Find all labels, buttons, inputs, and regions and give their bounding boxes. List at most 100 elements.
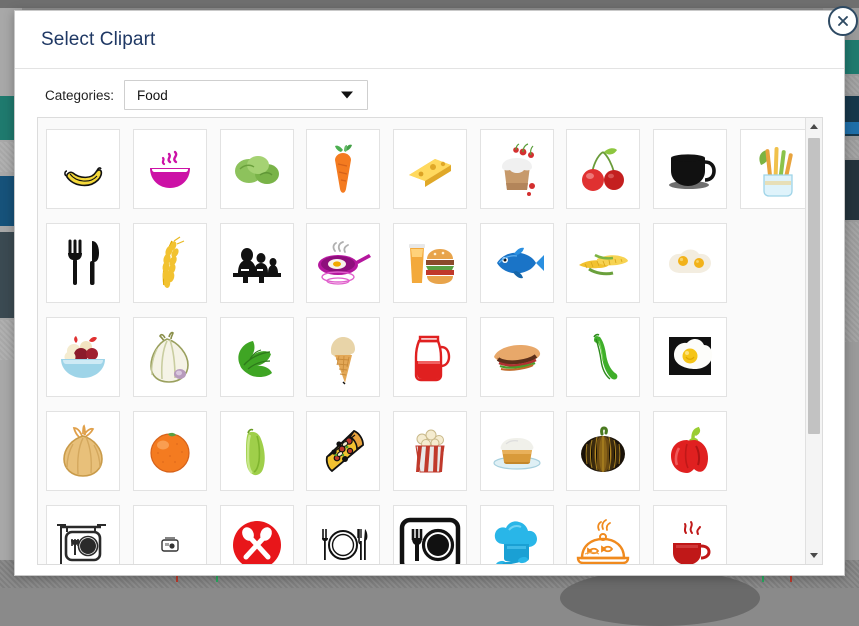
cherries-clipart[interactable] <box>566 129 640 209</box>
carrot-clipart[interactable] <box>306 129 380 209</box>
clipart-cell[interactable] <box>560 310 647 404</box>
family-dining-clipart[interactable] <box>220 223 294 303</box>
onion-clipart[interactable] <box>46 411 120 491</box>
okra-clipart[interactable] <box>566 317 640 397</box>
clipart-cell[interactable] <box>213 310 300 404</box>
clipart-cell[interactable] <box>560 404 647 498</box>
categories-row: Categories: Food <box>15 69 844 117</box>
dialog-header: Select Clipart <box>15 11 844 69</box>
pizza-slice-clipart[interactable] <box>306 411 380 491</box>
fruit-salad-bowl-clipart[interactable] <box>46 317 120 397</box>
black-coffee-cup-clipart[interactable] <box>653 129 727 209</box>
clipart-grid-panel <box>37 117 823 565</box>
page-title: Select Clipart <box>41 29 155 51</box>
clipart-cell[interactable] <box>40 498 127 565</box>
clipart-cell[interactable] <box>647 404 734 498</box>
categories-selected-value: Food <box>137 88 168 103</box>
cucumber-clipart[interactable] <box>220 411 294 491</box>
garlic-bulb-clipart[interactable] <box>133 317 207 397</box>
burger-and-drink-clipart[interactable] <box>393 223 467 303</box>
clipart-cell[interactable] <box>127 404 214 498</box>
clipart-cell[interactable] <box>387 216 474 310</box>
clipart-cell[interactable] <box>473 310 560 404</box>
clipart-cell[interactable] <box>560 216 647 310</box>
clipart-cell[interactable] <box>387 404 474 498</box>
clipart-cell[interactable] <box>387 122 474 216</box>
clipart-cell[interactable] <box>40 216 127 310</box>
clipart-cell[interactable] <box>300 216 387 310</box>
clipart-cell[interactable] <box>127 122 214 216</box>
clipart-cell[interactable] <box>647 122 734 216</box>
wheat-stalk-clipart[interactable] <box>133 223 207 303</box>
clipart-cell[interactable] <box>300 498 387 565</box>
red-coffee-cup-clipart[interactable] <box>653 505 727 565</box>
clipart-cell[interactable] <box>213 404 300 498</box>
pumpkin-clipart[interactable] <box>566 411 640 491</box>
scroll-up-button[interactable] <box>806 118 822 135</box>
clipart-cell[interactable] <box>40 122 127 216</box>
chevron-down-icon <box>341 92 353 99</box>
clipart-cell[interactable] <box>647 216 734 310</box>
red-bell-pepper-clipart[interactable] <box>653 411 727 491</box>
sandwich-clipart[interactable] <box>480 317 554 397</box>
clipart-cell[interactable] <box>213 122 300 216</box>
clipart-cell[interactable] <box>300 404 387 498</box>
clipart-cell[interactable] <box>127 498 214 565</box>
clipart-cell[interactable] <box>473 404 560 498</box>
clipart-cell[interactable] <box>300 122 387 216</box>
clipart-cell[interactable] <box>213 498 300 565</box>
ice-cream-cone-clipart[interactable] <box>306 317 380 397</box>
clipart-cell[interactable] <box>647 498 734 565</box>
place-setting-clipart[interactable] <box>306 505 380 565</box>
categories-select[interactable]: Food <box>124 80 368 110</box>
fish-clipart[interactable] <box>480 223 554 303</box>
background-top-bar <box>0 0 859 8</box>
close-icon[interactable] <box>828 6 858 36</box>
cupcake-clipart[interactable] <box>480 129 554 209</box>
clipart-cell[interactable] <box>213 216 300 310</box>
clipart-cell[interactable] <box>387 310 474 404</box>
chevron-down-icon <box>810 553 818 558</box>
clipart-cell[interactable] <box>300 310 387 404</box>
scrollbar-thumb[interactable] <box>808 138 820 434</box>
bold-restaurant-icon-clipart[interactable] <box>393 505 467 565</box>
clipart-cell[interactable] <box>40 310 127 404</box>
orange-fruit-clipart[interactable] <box>133 411 207 491</box>
clipart-grid <box>38 118 822 565</box>
soup-bowl-clipart[interactable] <box>133 129 207 209</box>
clipart-scrollbar[interactable] <box>805 118 822 564</box>
clipart-cell[interactable] <box>127 310 214 404</box>
fork-and-knife-clipart[interactable] <box>46 223 120 303</box>
clipart-cell[interactable] <box>387 498 474 565</box>
clipart-cell[interactable] <box>473 216 560 310</box>
lettuce-leaf-clipart[interactable] <box>220 317 294 397</box>
cheese-wedge-clipart[interactable] <box>393 129 467 209</box>
restaurant-sign-clipart[interactable] <box>46 505 120 565</box>
fried-egg-square-clipart[interactable] <box>653 317 727 397</box>
chef-hat-clipart[interactable] <box>480 505 554 565</box>
frying-pan-egg-clipart[interactable] <box>306 223 380 303</box>
clipart-cell[interactable] <box>473 498 560 565</box>
background-bottom-arc <box>560 570 760 626</box>
fried-eggs-clipart[interactable] <box>653 223 727 303</box>
clipart-cell[interactable] <box>647 310 734 404</box>
clipart-cell[interactable] <box>560 498 647 565</box>
popcorn-clipart[interactable] <box>393 411 467 491</box>
select-clipart-dialog: Select Clipart Categories: Food <box>14 10 845 576</box>
red-pitcher-clipart[interactable] <box>393 317 467 397</box>
clipart-cell[interactable] <box>473 122 560 216</box>
background-left-teal-block <box>0 96 14 140</box>
brussels-sprouts-clipart[interactable] <box>220 129 294 209</box>
corn-cobs-clipart[interactable] <box>566 223 640 303</box>
crossed-utensils-badge-clipart[interactable] <box>220 505 294 565</box>
clipart-cell[interactable] <box>560 122 647 216</box>
small-restaurant-icon-clipart[interactable] <box>133 505 207 565</box>
veggie-sticks-glass-clipart[interactable] <box>740 129 814 209</box>
clipart-cell[interactable] <box>127 216 214 310</box>
pudding-plate-clipart[interactable] <box>480 411 554 491</box>
scroll-down-button[interactable] <box>806 547 822 564</box>
clipart-cell[interactable] <box>40 404 127 498</box>
banana-clipart[interactable] <box>46 129 120 209</box>
categories-label: Categories: <box>45 88 114 103</box>
food-dome-clipart[interactable] <box>566 505 640 565</box>
